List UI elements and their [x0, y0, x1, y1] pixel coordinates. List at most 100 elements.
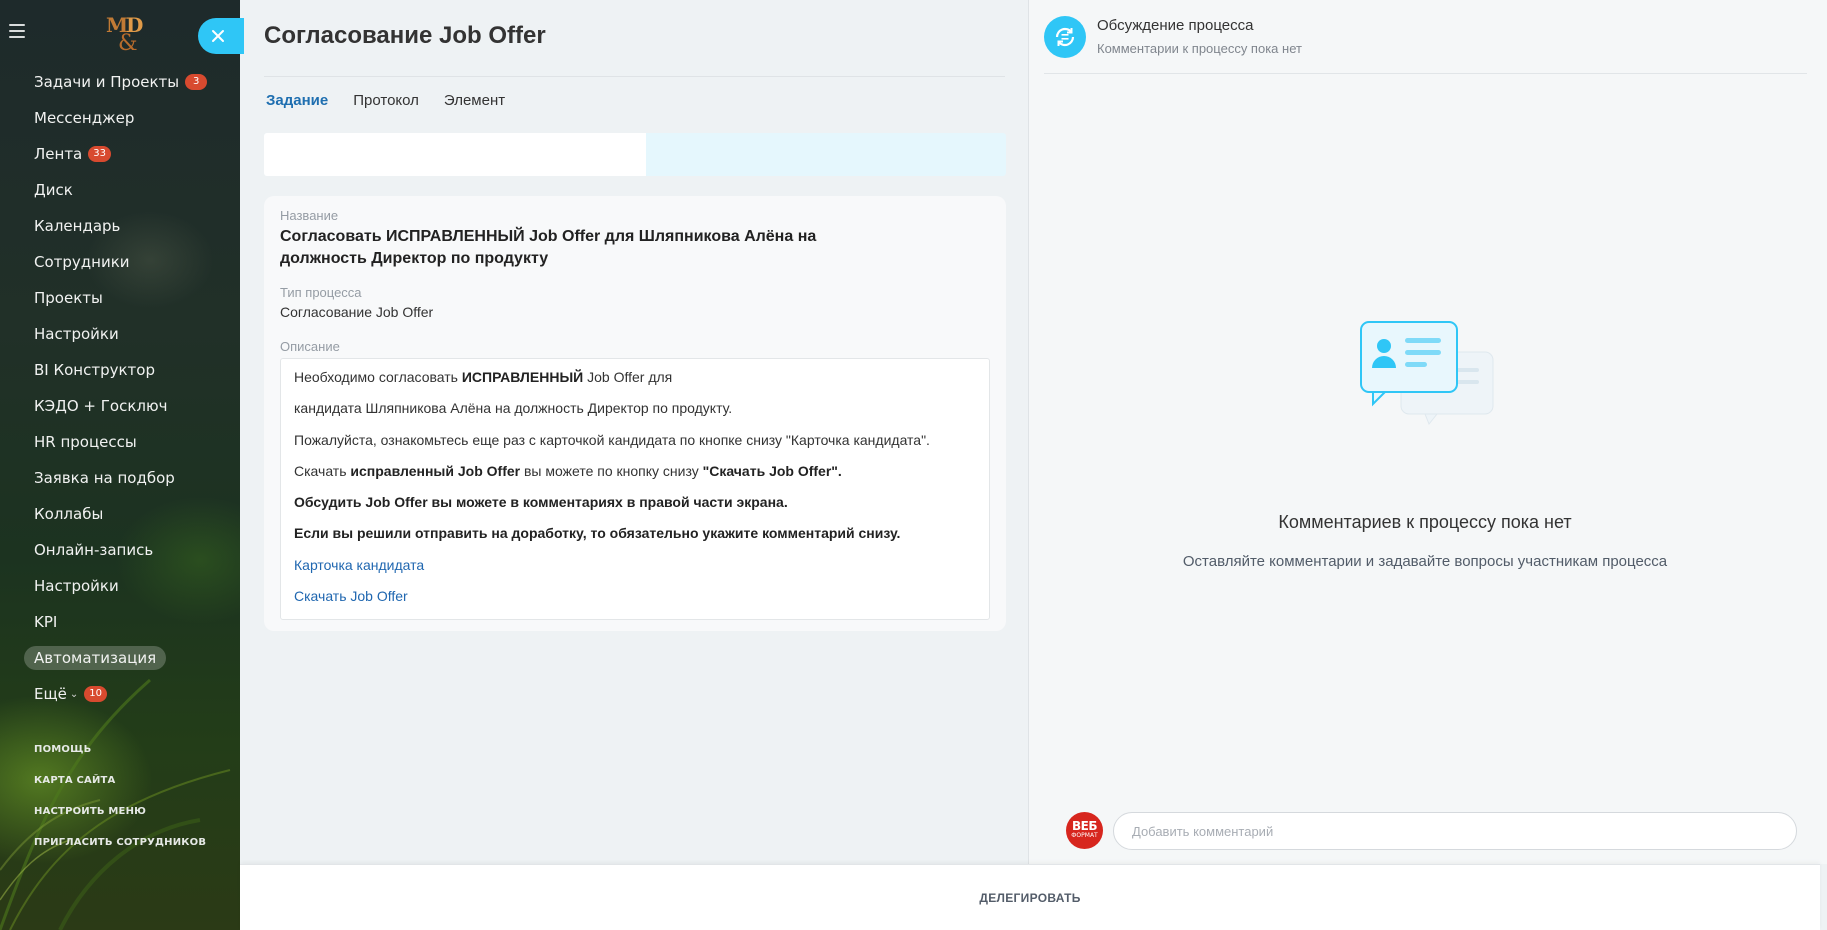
sidebar-footer: ПОМОЩЬ КАРТА САЙТА НАСТРОИТЬ МЕНЮ ПРИГЛА…: [34, 741, 206, 865]
tab-protocol[interactable]: Протокол: [353, 88, 419, 115]
description-line: Необходимо согласовать ИСПРАВЛЕННЫЙ Job …: [294, 367, 976, 398]
text-run: вы можете по кнопку снизу: [520, 462, 703, 479]
text-run-bold: "Скачать Job Offer".: [702, 462, 842, 479]
sidebar-item-collabs[interactable]: Коллабы: [23, 496, 233, 532]
sidebar-item-label: Диск: [34, 181, 73, 199]
download-job-offer-link[interactable]: Скачать Job Offer: [294, 586, 976, 617]
sidebar-nav: Задачи и Проекты 3 Мессенджер Лента 33 Дис…: [23, 64, 233, 712]
sidebar-item-label: Автоматизация: [24, 646, 167, 670]
text-run-bold: ИСПРАВЛЕННЫЙ: [461, 369, 584, 385]
status-strip-fill: [264, 133, 646, 176]
empty-comments-illustration-icon: [1360, 321, 1494, 425]
description-label: Описание: [280, 339, 340, 354]
counter-badge: 3: [185, 74, 208, 90]
sidebar-item-projects[interactable]: Проекты: [23, 280, 233, 316]
text-run: Job Offer для: [583, 369, 673, 385]
delegate-button[interactable]: ДЕЛЕГИРОВАТЬ: [240, 865, 1820, 930]
name-value: Согласовать ИСПРАВЛЕННЫЙ Job Offer для Ш…: [280, 228, 817, 267]
avatar-subtext: ФОРМАТ: [1071, 832, 1098, 839]
sidebar-item-bi-constructor[interactable]: BI Конструктор: [23, 352, 233, 388]
text-run: Скачать: [294, 462, 351, 479]
sidebar-item-feed[interactable]: Лента 33: [23, 136, 233, 172]
description-line: Если вы решили отправить на доработку, т…: [294, 523, 976, 554]
sidebar-item-settings-2[interactable]: Настройки: [23, 568, 233, 604]
discussion-subtitle: Комментарии к процессу пока нет: [1097, 41, 1302, 56]
svg-text:&: &: [118, 31, 138, 52]
avatar: ВЕБ ФОРМАТ: [1066, 812, 1103, 849]
empty-comments-subtitle: Оставляйте комментарии и задавайте вопро…: [1182, 553, 1668, 570]
close-button[interactable]: [198, 18, 244, 54]
discussion-process-icon: [1044, 16, 1086, 58]
sidebar-item-label: HR процессы: [34, 433, 137, 451]
process-type-label: Тип процесса: [280, 285, 362, 300]
sidebar-item-label: Лента: [34, 145, 83, 163]
empty-comments-title: Комментариев к процессу пока нет: [1278, 512, 1572, 532]
sidebar-item-recruitment-request[interactable]: Заявка на подбор: [23, 460, 233, 496]
text-run-bold: Если вы решили отправить на доработку, т…: [294, 525, 901, 542]
sidebar-item-tasks[interactable]: Задачи и Проекты 3: [23, 64, 233, 100]
discussion-section: Обсуждение процесса Комментарии к процес…: [1029, 0, 1827, 864]
status-strip: [264, 133, 1006, 176]
sidebar-item-label: Коллабы: [34, 505, 104, 523]
text-run-bold: исправленный Job Offer: [350, 462, 521, 479]
sidebar-item-label: Настройки: [34, 577, 119, 595]
description-box: Необходимо согласовать ИСПРАВЛЕННЫЙ Job …: [280, 358, 990, 620]
sidebar-item-kedo[interactable]: КЭДО + Госключ: [23, 388, 233, 424]
sidebar-item-label: КЭДО + Госключ: [34, 397, 168, 415]
counter-badge: 33: [88, 146, 111, 162]
description-line: Обсудить Job Offer вы можете в комментар…: [294, 492, 976, 523]
sidebar-item-employees[interactable]: Сотрудники: [23, 244, 233, 280]
sidebar-item-settings[interactable]: Настройки: [23, 316, 233, 352]
help-link[interactable]: ПОМОЩЬ: [34, 741, 206, 772]
sidebar-item-label: Ещё: [34, 685, 67, 703]
counter-badge: 10: [84, 686, 107, 702]
company-logo: M D &: [106, 13, 143, 52]
sidebar-item-more[interactable]: Ещё ⌄ 10: [23, 676, 233, 712]
tab-element[interactable]: Элемент: [444, 88, 505, 115]
process-type-value: Согласование Job Offer: [280, 304, 434, 320]
sidebar-item-online-booking[interactable]: Онлайн-запись: [23, 532, 233, 568]
menu-burger-icon[interactable]: [9, 24, 25, 38]
sidebar-item-calendar[interactable]: Календарь: [23, 208, 233, 244]
sidebar-item-disk[interactable]: Диск: [23, 172, 233, 208]
sidebar-item-label: BI Конструктор: [34, 361, 155, 379]
sidebar-item-label: Настройки: [34, 325, 119, 343]
configure-menu-link[interactable]: НАСТРОИТЬ МЕНЮ: [34, 803, 206, 834]
description-line: Пожалуйста, ознакомьтесь еще раз с карто…: [294, 431, 930, 448]
name-label: Название: [280, 208, 339, 223]
sidebar-item-label: Календарь: [34, 217, 121, 235]
task-details-card: Название Согласовать ИСПРАВЛЕННЫЙ Job Of…: [264, 196, 1006, 631]
description-line: кандидата Шляпникова Алёна на должность …: [294, 400, 733, 417]
invite-employees-link[interactable]: ПРИГЛАСИТЬ СОТРУДНИКОВ: [34, 834, 206, 865]
bottom-action-bar: ДЕЛЕГИРОВАТЬ: [240, 864, 1820, 930]
sidebar-item-label: Онлайн-запись: [34, 541, 154, 559]
process-slider-panel: Согласование Job Offer Задание Протокол …: [240, 0, 1827, 930]
sidebar-item-label: Сотрудники: [34, 253, 130, 271]
sidebar-item-label: KPI: [34, 613, 58, 631]
chevron-down-icon: ⌄: [69, 688, 79, 700]
sidebar-item-kpi[interactable]: KPI: [23, 604, 233, 640]
text-run-bold: Обсудить Job Offer вы можете в комментар…: [294, 494, 788, 511]
page-title: Согласование Job Offer: [264, 22, 546, 49]
discussion-divider: [1044, 73, 1807, 74]
text-run: Необходимо согласовать: [294, 369, 462, 385]
close-icon: [212, 30, 224, 42]
sidebar-item-label: Заявка на подбор: [34, 469, 175, 487]
sidebar-item-label: Проекты: [34, 289, 103, 307]
candidate-card-link[interactable]: Карточка кандидата: [294, 555, 976, 586]
task-section: Согласование Job Offer Задание Протокол …: [240, 0, 1028, 864]
task-tabs: Задание Протокол Элемент: [266, 88, 505, 115]
comment-input[interactable]: [1113, 812, 1797, 850]
sidebar-item-automation[interactable]: Автоматизация: [23, 640, 233, 676]
sidebar-item-hr-processes[interactable]: HR процессы: [23, 424, 233, 460]
tab-task[interactable]: Задание: [266, 88, 328, 115]
sidebar: M D & Задачи и Проекты 3 Мессенджер Лента…: [0, 0, 240, 930]
sitemap-link[interactable]: КАРТА САЙТА: [34, 772, 206, 803]
sidebar-item-label: Мессенджер: [34, 109, 135, 127]
sidebar-item-messenger[interactable]: Мессенджер: [23, 100, 233, 136]
sidebar-item-label: Задачи и Проекты: [34, 73, 180, 91]
title-divider: [264, 76, 1005, 77]
description-line: Скачать исправленный Job Offer вы можете…: [294, 461, 976, 492]
avatar-text: ВЕБ: [1072, 819, 1098, 833]
discussion-title: Обсуждение процесса: [1097, 17, 1254, 34]
